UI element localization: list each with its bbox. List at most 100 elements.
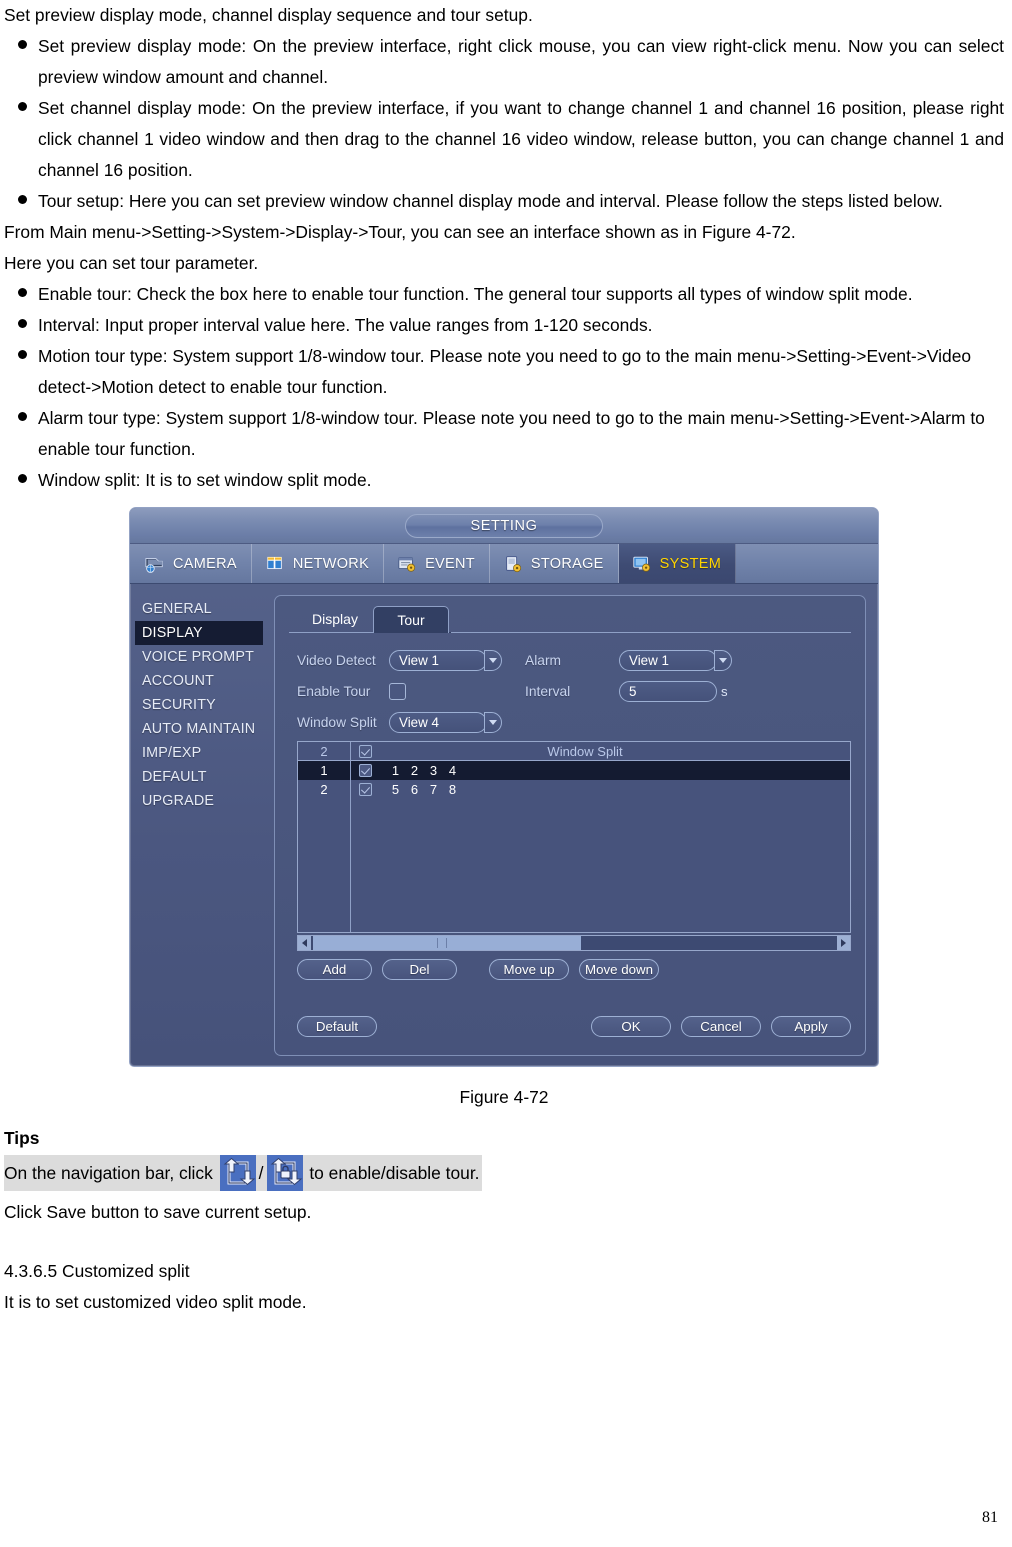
tab-network[interactable]: NETWORK [252, 544, 385, 583]
window-split-value: View 4 [399, 714, 439, 730]
alarm-select[interactable]: View 1 [619, 649, 737, 671]
enable-tour-checkbox[interactable] [389, 682, 406, 700]
network-icon [267, 556, 282, 569]
content-panel: Display Tour Video Detect View 1 Alarm V… [274, 595, 866, 1056]
move-down-button[interactable]: Move down [579, 959, 659, 980]
interval-input[interactable]: 5 [619, 680, 717, 702]
bullet-item: Motion tour type: System support 1/8-win… [4, 341, 1004, 403]
bullet-item: Tour setup: Here you can set preview win… [4, 186, 1004, 217]
channel-cell: 5 [391, 782, 400, 797]
channel-cell: 7 [429, 782, 438, 797]
camera-icon [145, 557, 163, 573]
sidebar-item-upgrade[interactable]: UPGRADE [135, 789, 272, 813]
tab-network-label: NETWORK [292, 555, 370, 572]
chevron-down-icon[interactable] [714, 649, 732, 671]
bullet-dot-icon [4, 279, 38, 310]
window-body: GENERAL DISPLAY VOICE PROMPT ACCOUNT SEC… [130, 584, 878, 1066]
tab-event[interactable]: EVENT [384, 544, 490, 583]
row-checkbox[interactable] [350, 780, 380, 799]
table-header-row: 2 Window Split [298, 742, 850, 761]
bullet-dot-icon [4, 403, 38, 434]
channel-cell: 4 [448, 763, 457, 778]
sidebar-item-imp-exp[interactable]: IMP/EXP [135, 741, 272, 765]
sidebar-item-default[interactable]: DEFAULT [135, 765, 272, 789]
inner-tabbar: Display Tour [297, 606, 865, 633]
del-button[interactable]: Del [382, 959, 457, 980]
scroll-right-icon[interactable] [837, 936, 850, 950]
tab-storage[interactable]: STORAGE [490, 544, 619, 583]
tips-line: On the navigation bar, click / to enable… [4, 1155, 482, 1191]
row-checkbox[interactable] [350, 761, 380, 780]
table-row[interactable]: 1 1 2 3 4 [298, 761, 850, 780]
bullet-dot-icon [4, 465, 38, 496]
sidebar-item-display[interactable]: DISPLAY [135, 621, 263, 645]
sidebar-item-voice-prompt[interactable]: VOICE PROMPT [135, 645, 272, 669]
channel-cell: 8 [448, 782, 457, 797]
scrollbar-track[interactable] [311, 936, 837, 950]
video-detect-select[interactable]: View 1 [389, 649, 507, 671]
bullet-item: Interval: Input proper interval value he… [4, 310, 1004, 341]
cancel-button[interactable]: Cancel [681, 1016, 761, 1037]
tab-system[interactable]: SYSTEM [618, 544, 737, 583]
tips-prefix-text: On the navigation bar, click [4, 1162, 213, 1183]
tab-storage-label: STORAGE [530, 555, 604, 572]
bullet-item: Alarm tour type: System support 1/8-wind… [4, 403, 1004, 465]
table-header-checkbox[interactable] [350, 742, 380, 760]
inner-tab-display[interactable]: Display [297, 606, 373, 633]
row-index: 1 [320, 763, 328, 778]
video-detect-value: View 1 [399, 652, 439, 668]
form-row-window-split: Window Split View 4 [297, 707, 865, 737]
bullet-text: Interval: Input proper interval value he… [38, 315, 653, 335]
window-split-select[interactable]: View 4 [389, 711, 507, 733]
event-icon [398, 556, 416, 572]
table-row[interactable]: 2 5 6 7 8 [298, 780, 850, 799]
row-channels: 1 2 3 4 [380, 763, 850, 778]
intro-paragraph: Set preview display mode, channel displa… [4, 5, 533, 25]
tab-camera[interactable]: CAMERA [130, 544, 252, 583]
chevron-down-icon[interactable] [484, 711, 502, 733]
tabbar-filler [736, 544, 878, 583]
ok-button[interactable]: OK [591, 1016, 671, 1037]
tour-loop-icon [219, 1155, 256, 1191]
bullet-item: Set preview display mode: On the preview… [4, 31, 1004, 93]
sidebar-item-account[interactable]: ACCOUNT [135, 669, 272, 693]
window-titlebar: SETTING [130, 508, 878, 544]
tour-form: Video Detect View 1 Alarm View 1 Enable … [275, 634, 865, 737]
inner-tab-tour[interactable]: Tour [373, 606, 449, 633]
bullet-item: Enable tour: Check the box here to enabl… [4, 279, 1004, 310]
row-index: 2 [320, 782, 328, 797]
row-channels: 5 6 7 8 [380, 782, 850, 797]
horizontal-scrollbar[interactable] [297, 935, 851, 951]
apply-button[interactable]: Apply [771, 1016, 851, 1037]
bullet-dot-icon [4, 341, 38, 372]
interval-label: Interval [525, 683, 571, 699]
alarm-value: View 1 [629, 652, 669, 668]
add-button[interactable]: Add [297, 959, 372, 980]
form-row-video-detect: Video Detect View 1 Alarm View 1 [297, 645, 865, 675]
chevron-down-icon[interactable] [484, 649, 502, 671]
sidebar-item-auto-maintain[interactable]: AUTO MAINTAIN [135, 717, 272, 741]
storage-icon [506, 555, 521, 572]
form-row-enable-tour: Enable Tour Interval 5 s [297, 676, 865, 706]
list-action-buttons: Add Del Move up Move down [297, 959, 865, 980]
default-button[interactable]: Default [297, 1016, 377, 1037]
move-up-button[interactable]: Move up [489, 959, 569, 980]
scrollbar-thumb[interactable] [313, 936, 581, 950]
enable-tour-label: Enable Tour [297, 683, 371, 699]
page-number: 81 [982, 1509, 998, 1526]
interval-unit-label: s [721, 683, 728, 699]
sidebar-item-general[interactable]: GENERAL [135, 597, 272, 621]
bullet-item: Window split: It is to set window split … [4, 465, 1004, 496]
bullet-text: Tour setup: Here you can set preview win… [38, 191, 943, 211]
bullet-item: Set channel display mode: On the preview… [4, 93, 1004, 186]
main-tabbar: CAMERA NETWORK EVENT STORAGE SYSTEM [130, 544, 878, 584]
document-body: Set preview display mode, channel displa… [0, 0, 1012, 1318]
bullet-text: Alarm tour type: System support 1/8-wind… [38, 408, 985, 459]
sidebar-item-security[interactable]: SECURITY [135, 693, 272, 717]
footer-buttons: Default OK Cancel Apply [297, 1016, 851, 1037]
scroll-left-icon[interactable] [298, 936, 311, 950]
menu-path-line-2: Here you can set tour parameter. [4, 253, 259, 273]
channel-cell: 2 [410, 763, 419, 778]
bullet-dot-icon [4, 31, 38, 62]
bullet-text: Motion tour type: System support 1/8-win… [38, 346, 972, 397]
